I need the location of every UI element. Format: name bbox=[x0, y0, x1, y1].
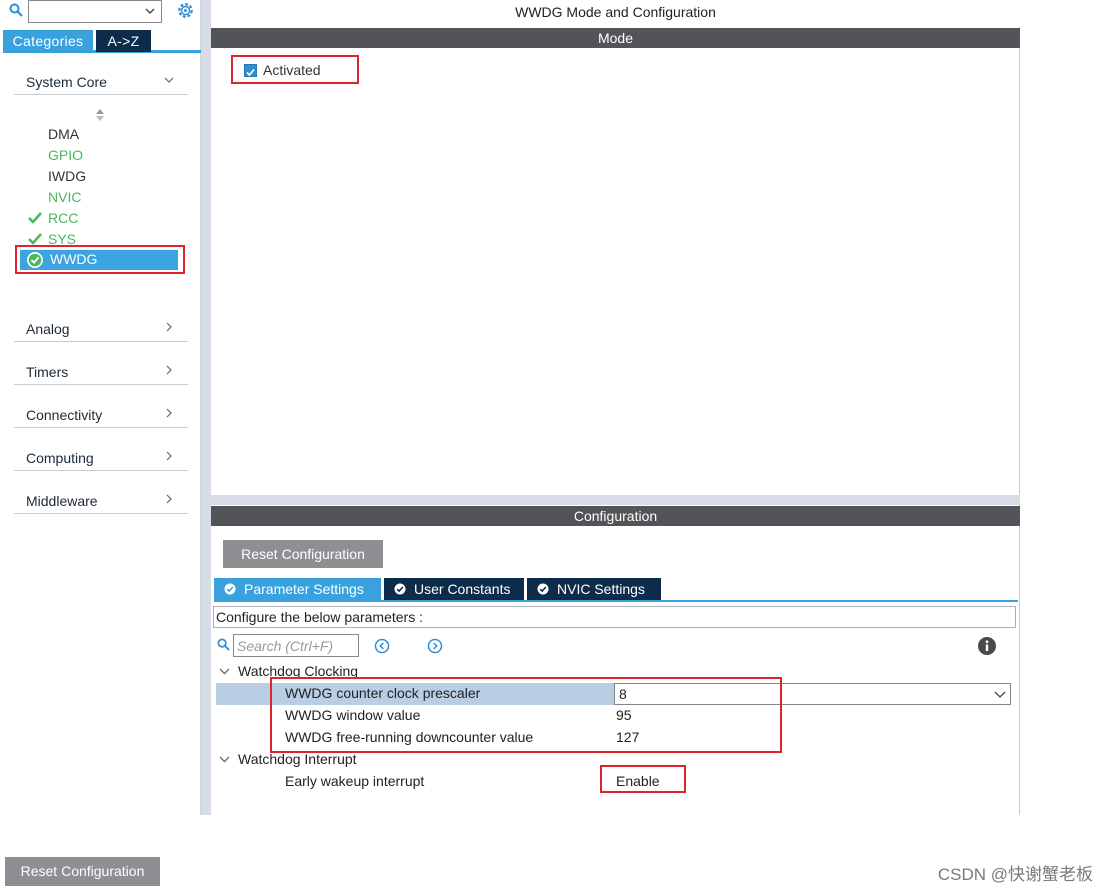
check-circle-icon bbox=[27, 252, 43, 268]
group-label: Watchdog Interrupt bbox=[238, 751, 357, 767]
info-icon[interactable] bbox=[977, 636, 997, 656]
group-label: Analog bbox=[26, 321, 70, 337]
chevron-right-icon bbox=[166, 322, 172, 332]
tab-nvic-settings[interactable]: NVIC Settings bbox=[527, 578, 661, 600]
activated-label: Activated bbox=[263, 62, 321, 78]
param-name: Early wakeup interrupt bbox=[285, 773, 425, 789]
ip-item-gpio[interactable]: GPIO bbox=[48, 145, 83, 165]
sort-icon[interactable] bbox=[95, 108, 105, 122]
check-circle-icon bbox=[394, 583, 406, 595]
reset-configuration-button[interactable]: Reset Configuration bbox=[223, 540, 383, 568]
param-row-downcounter[interactable]: WWDG free-running downcounter value 127 bbox=[216, 727, 1010, 749]
chevron-right-icon bbox=[166, 365, 172, 375]
group-label: Computing bbox=[26, 450, 94, 466]
group-connectivity[interactable]: Connectivity bbox=[14, 400, 188, 428]
tab-user-constants[interactable]: User Constants bbox=[384, 578, 524, 600]
chevron-down-icon bbox=[219, 668, 230, 675]
group-middleware[interactable]: Middleware bbox=[14, 486, 188, 514]
param-value[interactable]: 127 bbox=[616, 729, 639, 745]
tab-label: Parameter Settings bbox=[244, 581, 364, 597]
ip-item-rcc[interactable]: RCC bbox=[48, 208, 78, 228]
ip-item-wwdg[interactable]: WWDG bbox=[20, 250, 178, 270]
group-label: Middleware bbox=[26, 493, 98, 509]
reset-configuration-button-footer[interactable]: Reset Configuration bbox=[5, 857, 160, 886]
param-value[interactable]: 95 bbox=[616, 707, 632, 723]
check-icon bbox=[28, 212, 42, 224]
parameters-description: Configure the below parameters : bbox=[213, 606, 1016, 628]
group-label: Watchdog Clocking bbox=[238, 663, 359, 679]
chevron-right-icon bbox=[166, 451, 172, 461]
chevron-down-icon[interactable] bbox=[145, 6, 155, 16]
chevron-down-icon bbox=[164, 77, 174, 83]
ip-search-combobox[interactable] bbox=[28, 0, 162, 23]
check-icon bbox=[28, 233, 42, 245]
gear-icon[interactable] bbox=[176, 1, 195, 20]
configuration-header: Configuration bbox=[211, 506, 1020, 526]
param-value: 8 bbox=[619, 686, 627, 702]
ip-item-label: WWDG bbox=[50, 251, 98, 267]
next-result-icon[interactable] bbox=[427, 638, 443, 654]
group-label: Timers bbox=[26, 364, 69, 380]
chevron-down-icon[interactable] bbox=[994, 689, 1006, 700]
watermark: CSDN @快谢蟹老板 bbox=[937, 865, 1093, 884]
param-name: WWDG counter clock prescaler bbox=[285, 685, 481, 701]
group-analog[interactable]: Analog bbox=[14, 314, 188, 342]
mode-header: Mode bbox=[211, 28, 1020, 48]
param-row-prescaler[interactable]: WWDG counter clock prescaler 8 bbox=[216, 683, 1011, 705]
checkmark-icon bbox=[246, 68, 255, 77]
group-system-core[interactable]: System Core bbox=[14, 67, 188, 95]
ip-search-row bbox=[0, 0, 201, 26]
group-label: Connectivity bbox=[26, 407, 103, 423]
prescaler-select[interactable]: 8 bbox=[614, 683, 1011, 705]
panel-title: WWDG Mode and Configuration bbox=[211, 0, 1020, 27]
tab-a-to-z[interactable]: A->Z bbox=[96, 30, 151, 52]
configuration-tabs: Parameter Settings User Constants NVIC S… bbox=[214, 578, 1018, 602]
category-tabs: Categories A->Z bbox=[3, 30, 201, 53]
check-circle-icon bbox=[224, 583, 236, 595]
group-label: System Core bbox=[26, 74, 107, 90]
search-icon[interactable] bbox=[9, 3, 23, 17]
section-splitter[interactable] bbox=[211, 495, 1020, 505]
previous-result-icon[interactable] bbox=[374, 638, 390, 654]
check-circle-icon bbox=[537, 583, 549, 595]
chevron-right-icon bbox=[166, 408, 172, 418]
tab-categories[interactable]: Categories bbox=[3, 30, 93, 52]
group-computing[interactable]: Computing bbox=[14, 443, 188, 471]
param-name: WWDG window value bbox=[285, 707, 421, 723]
param-row-early-wakeup[interactable]: Early wakeup interrupt Enable bbox=[216, 771, 1010, 793]
param-value[interactable]: Enable bbox=[616, 773, 660, 789]
panel-splitter[interactable] bbox=[201, 0, 211, 815]
parameter-search-input[interactable] bbox=[233, 634, 359, 657]
tab-label: User Constants bbox=[414, 581, 511, 597]
category-sidebar: Categories A->Z System Core DMA GPIO IWD… bbox=[0, 0, 201, 815]
param-name: WWDG free-running downcounter value bbox=[285, 729, 534, 745]
mode-configuration-panel: WWDG Mode and Configuration Mode Activat… bbox=[211, 0, 1020, 815]
ip-item-nvic[interactable]: NVIC bbox=[48, 187, 81, 207]
search-icon bbox=[217, 638, 230, 651]
group-timers[interactable]: Timers bbox=[14, 357, 188, 385]
param-row-window[interactable]: WWDG window value 95 bbox=[216, 705, 1010, 727]
chevron-down-icon bbox=[219, 756, 230, 763]
tab-parameter-settings[interactable]: Parameter Settings bbox=[214, 578, 381, 600]
ip-item-dma[interactable]: DMA bbox=[48, 124, 79, 144]
tab-label: NVIC Settings bbox=[557, 581, 645, 597]
chevron-right-icon bbox=[166, 494, 172, 504]
parameter-search-row bbox=[215, 634, 1015, 658]
ip-item-sys[interactable]: SYS bbox=[48, 229, 76, 249]
ip-item-iwdg[interactable]: IWDG bbox=[48, 166, 86, 186]
checkbox-box[interactable] bbox=[244, 64, 257, 77]
